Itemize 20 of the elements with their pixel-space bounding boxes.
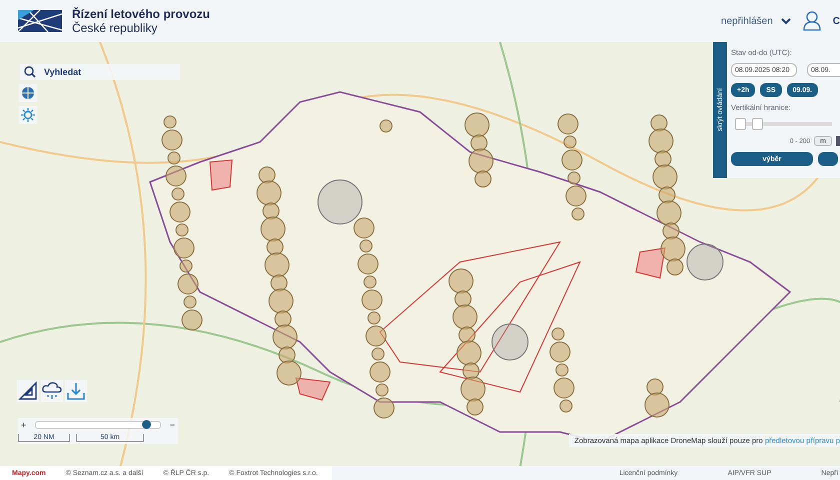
weather-icon[interactable] [41, 380, 63, 402]
zoom-slider[interactable] [35, 421, 161, 429]
slider-handle[interactable] [735, 118, 746, 130]
language-switch[interactable]: C [832, 16, 840, 26]
search-icon[interactable] [20, 64, 40, 80]
user-icon[interactable] [802, 11, 821, 31]
zoom-in-button[interactable]: + [18, 420, 30, 430]
sun-icon[interactable] [19, 106, 37, 124]
zoom-handle[interactable] [142, 420, 151, 429]
search-field[interactable]: Vyhledat [40, 64, 180, 80]
organization-subtitle: České republiky [72, 21, 158, 35]
action-button[interactable] [818, 152, 838, 166]
user-status-dropdown[interactable]: nepřihlášen [721, 16, 791, 26]
organization-title: Řízení letového provozu [72, 7, 210, 21]
logo-icon [18, 10, 62, 32]
slider-handle[interactable] [752, 118, 764, 130]
ruler-icon[interactable] [17, 380, 39, 402]
zoom-out-button[interactable]: − [166, 420, 178, 430]
caret-icon[interactable] [780, 18, 791, 24]
compass-icon[interactable] [19, 84, 37, 102]
